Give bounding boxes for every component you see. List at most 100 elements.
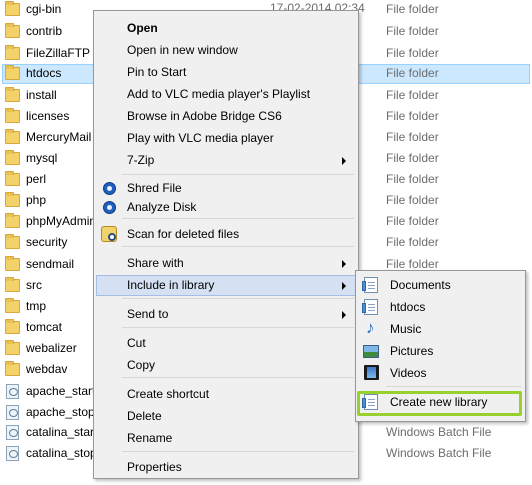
folder-icon: [5, 1, 20, 16]
file-name: webdav: [26, 362, 68, 376]
batch-file-icon: [6, 446, 19, 461]
menu-item-label: Properties: [127, 460, 182, 474]
new-library-icon: [362, 394, 378, 410]
file-name: catalina_stop: [26, 446, 97, 460]
menu-separator: [122, 377, 354, 378]
folder-icon: [5, 319, 20, 334]
menu-item-properties[interactable]: Properties: [96, 457, 356, 478]
folder-icon: [5, 361, 20, 376]
submenu-item-htdocs[interactable]: htdocs: [358, 296, 523, 318]
folder-icon: [5, 65, 20, 80]
menu-item-open-in-new-window[interactable]: Open in new window: [96, 40, 356, 61]
file-type: File folder: [386, 193, 439, 207]
scan-icon: [101, 226, 117, 242]
menu-item-play-with-vlc-media-player[interactable]: Play with VLC media player: [96, 128, 356, 149]
menu-separator: [122, 451, 354, 452]
file-type: File folder: [386, 172, 439, 186]
submenu-item-create-new-library[interactable]: Create new library: [358, 391, 523, 413]
menu-item-scan-for-deleted-files[interactable]: Scan for deleted files: [96, 224, 356, 245]
submenu-item-label: Documents: [390, 278, 451, 292]
menu-item-analyze-disk[interactable]: Analyze Disk: [96, 197, 356, 218]
file-type: File folder: [386, 235, 439, 249]
menu-item-rename[interactable]: Rename: [96, 428, 356, 449]
menu-item-label: Cut: [127, 336, 146, 350]
file-name: php: [26, 193, 47, 207]
file-type: Windows Batch File: [386, 425, 492, 439]
submenu-item-videos[interactable]: Videos: [358, 362, 523, 384]
submenu-item-pictures[interactable]: Pictures: [358, 340, 523, 362]
menu-item-label: Open: [127, 21, 158, 35]
file-name: apache_stop: [26, 405, 95, 419]
menu-item-share-with[interactable]: Share with: [96, 253, 356, 274]
menu-item-cut[interactable]: Cut: [96, 333, 356, 354]
chevron-right-icon: [342, 282, 346, 290]
folder-icon: [5, 234, 20, 249]
file-type: File folder: [386, 130, 439, 144]
folder-icon: [5, 192, 20, 207]
menu-item-7-zip[interactable]: 7-Zip: [96, 150, 356, 171]
menu-item-label: Delete: [127, 409, 162, 423]
file-name: cgi-bin: [26, 2, 62, 16]
menu-item-shred-file[interactable]: Shred File: [96, 178, 356, 199]
submenu-item-label: Music: [390, 322, 422, 336]
menu-item-label: Analyze Disk: [127, 200, 197, 214]
file-type: File folder: [386, 46, 439, 60]
menu-item-label: Scan for deleted files: [127, 227, 240, 241]
file-name: security: [26, 235, 68, 249]
submenu-item-music[interactable]: ♪ Music: [358, 318, 523, 340]
submenu-item-label: Pictures: [390, 344, 434, 358]
music-icon: ♪: [366, 318, 375, 337]
folder-icon: [5, 23, 20, 38]
menu-item-label: Shred File: [127, 181, 182, 195]
file-type: File folder: [386, 151, 439, 165]
pictures-icon: [363, 345, 379, 358]
submenu-item-label: Create new library: [390, 395, 488, 409]
folder-icon: [5, 213, 20, 228]
menu-item-label: Include in library: [127, 278, 215, 292]
documents-library-icon: [362, 277, 378, 293]
menu-item-copy[interactable]: Copy: [96, 355, 356, 376]
file-name: sendmail: [26, 257, 75, 271]
menu-item-label: Create shortcut: [127, 387, 210, 401]
file-type: File folder: [386, 24, 439, 38]
menu-item-create-shortcut[interactable]: Create shortcut: [96, 384, 356, 405]
file-type: Windows Batch File: [386, 446, 492, 460]
menu-item-label: Pin to Start: [127, 65, 187, 79]
file-name: install: [26, 88, 57, 102]
menu-item-label: 7-Zip: [127, 153, 155, 167]
file-name: tmp: [26, 299, 47, 313]
library-icon: [362, 299, 378, 315]
submenu-item-label: htdocs: [390, 300, 426, 314]
menu-separator: [122, 298, 354, 299]
file-name: src: [26, 278, 42, 292]
menu-item-add-to-vlc-media-player-s-playlist[interactable]: Add to VLC media player's Playlist: [96, 84, 356, 105]
menu-item-label: Browse in Adobe Bridge CS6: [127, 109, 282, 123]
file-name: MercuryMail: [26, 130, 92, 144]
file-type: File folder: [386, 66, 439, 80]
menu-separator: [122, 174, 354, 175]
menu-item-label: Open in new window: [127, 43, 238, 57]
menu-item-include-in-library[interactable]: Include in library: [96, 275, 356, 296]
menu-separator: [122, 218, 354, 219]
folder-icon: [5, 340, 20, 355]
menu-item-open[interactable]: Open: [96, 18, 356, 39]
folder-icon: [5, 108, 20, 123]
batch-file-icon: [6, 405, 19, 420]
submenu-item-documents[interactable]: Documents: [358, 274, 523, 296]
folder-icon: [5, 129, 20, 144]
batch-file-icon: [6, 384, 19, 399]
menu-item-delete[interactable]: Delete: [96, 406, 356, 427]
shred-icon: [103, 182, 116, 195]
submenu-item-label: Videos: [390, 366, 427, 380]
menu-item-send-to[interactable]: Send to: [96, 304, 356, 325]
folder-icon: [5, 256, 20, 271]
file-type: File folder: [386, 2, 439, 16]
submenu-separator: [386, 386, 521, 387]
batch-file-icon: [6, 425, 19, 440]
file-name: perl: [26, 172, 47, 186]
menu-item-pin-to-start[interactable]: Pin to Start: [96, 62, 356, 83]
menu-item-browse-in-adobe-bridge-cs6[interactable]: Browse in Adobe Bridge CS6: [96, 106, 356, 127]
file-type: File folder: [386, 109, 439, 123]
folder-icon: [5, 45, 20, 60]
chevron-right-icon: [342, 260, 346, 268]
